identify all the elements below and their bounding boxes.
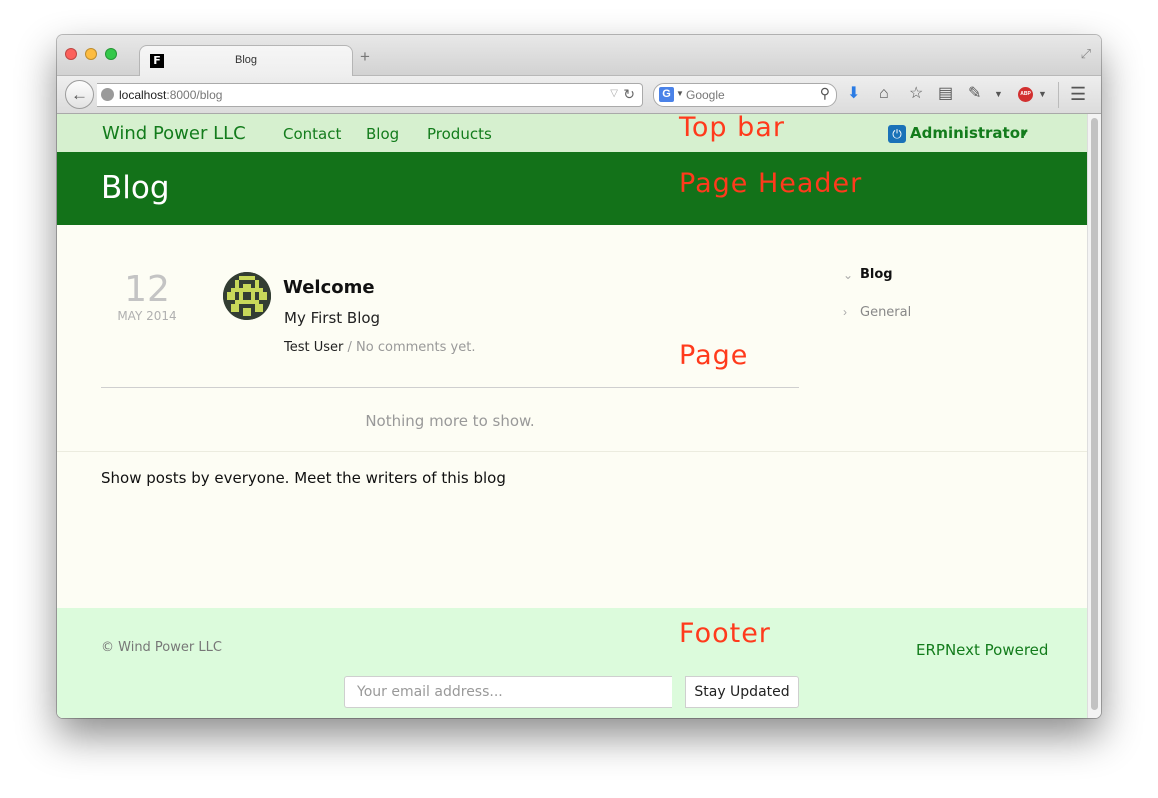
- meta-separator: /: [347, 340, 352, 355]
- annotation-top-bar: Top bar: [679, 114, 785, 143]
- tab-blog[interactable]: F Blog: [139, 45, 353, 77]
- nav-link-products[interactable]: Products: [427, 125, 492, 143]
- stay-updated-button[interactable]: Stay Updated: [685, 676, 799, 708]
- navigation-toolbar: ← localhost:8000/blog ▽ ↻ G ▼ Google ⚲ ⬇…: [57, 76, 1101, 114]
- new-tab-button[interactable]: +: [360, 48, 370, 65]
- scrollbar-thumb[interactable]: [1091, 118, 1098, 710]
- avatar[interactable]: [223, 272, 271, 320]
- page-header: Blog Page Header: [57, 152, 1087, 225]
- zoom-window-button[interactable]: [105, 48, 117, 60]
- post-month-year: MAY 2014: [117, 309, 177, 323]
- tab-title: Blog: [234, 54, 258, 66]
- power-icon: ⏻: [888, 125, 906, 143]
- globe-icon: [101, 88, 114, 101]
- star-icon[interactable]: ☆: [909, 85, 923, 103]
- clipboard-icon[interactable]: ▤: [938, 85, 953, 103]
- copyright: © Wind Power LLC: [101, 640, 222, 655]
- tab-bar: F Blog + ⤢: [57, 35, 1101, 77]
- url-text: localhost:8000/blog: [119, 88, 223, 102]
- chevron-down-icon[interactable]: ▼: [1038, 85, 1047, 103]
- chevron-down-icon[interactable]: ▼: [1020, 128, 1029, 138]
- dropdown-triangle-icon[interactable]: ▽: [610, 88, 618, 99]
- email-input[interactable]: [344, 676, 672, 708]
- url-bar[interactable]: localhost:8000/blog ▽ ↻: [97, 83, 643, 107]
- writers-note[interactable]: Show posts by everyone. Meet the writers…: [101, 469, 506, 487]
- post-day: 12: [124, 269, 170, 310]
- nothing-more-text: Nothing more to show.: [365, 412, 535, 430]
- post-divider: [101, 387, 799, 388]
- erpnext-powered-link[interactable]: ERPNext Powered: [916, 641, 1048, 659]
- toolbar-separator: [1058, 82, 1059, 108]
- download-arrow-icon[interactable]: ⬇: [847, 85, 860, 103]
- section-divider: [57, 451, 1087, 452]
- google-icon: G: [659, 87, 674, 102]
- scrollbar[interactable]: [1087, 114, 1101, 718]
- avatar-pattern: [223, 272, 271, 320]
- nav-link-contact[interactable]: Contact: [283, 125, 341, 143]
- post-blog-name[interactable]: My First Blog: [284, 309, 380, 327]
- search-placeholder: Google: [686, 88, 725, 102]
- eyedropper-icon[interactable]: ✎: [968, 85, 981, 103]
- sidebar-item-blog[interactable]: Blog: [860, 267, 893, 282]
- reload-icon[interactable]: ↻: [623, 86, 635, 103]
- sidebar-item-general[interactable]: General: [860, 305, 911, 320]
- fullscreen-icon[interactable]: ⤢: [1081, 46, 1091, 62]
- minimize-window-button[interactable]: [85, 48, 97, 60]
- magnifier-icon[interactable]: ⚲: [820, 85, 830, 102]
- user-menu[interactable]: Administrator: [910, 124, 1027, 142]
- post-title[interactable]: Welcome: [283, 277, 375, 298]
- home-icon[interactable]: ⌂: [879, 85, 889, 103]
- chevron-right-icon: ›: [843, 305, 847, 319]
- annotation-page-header: Page Header: [679, 168, 863, 199]
- chevron-down-icon[interactable]: ▼: [676, 89, 684, 98]
- annotation-footer: Footer: [679, 618, 771, 649]
- close-window-button[interactable]: [65, 48, 77, 60]
- nav-link-blog[interactable]: Blog: [366, 125, 399, 143]
- brand-link[interactable]: Wind Power LLC: [102, 123, 246, 144]
- browser-window: F Blog + ⤢ ← localhost:8000/blog ▽ ↻ G ▼…: [57, 35, 1101, 718]
- post-meta: Test User / No comments yet.: [284, 340, 475, 355]
- page-viewport: Wind Power LLC Contact Blog Products Top…: [57, 114, 1087, 718]
- chevron-down-icon[interactable]: ▼: [994, 85, 1003, 103]
- back-button[interactable]: ←: [65, 80, 94, 109]
- top-bar: Wind Power LLC Contact Blog Products Top…: [57, 114, 1087, 152]
- footer: © Wind Power LLC Footer ERPNext Powered …: [57, 608, 1087, 718]
- post-comments: No comments yet.: [356, 340, 476, 355]
- search-bar[interactable]: G ▼ Google ⚲: [653, 83, 837, 107]
- page-title: Blog: [101, 170, 170, 206]
- post-author[interactable]: Test User: [284, 340, 343, 355]
- annotation-page: Page: [679, 340, 749, 371]
- hamburger-menu-icon[interactable]: ☰: [1070, 84, 1086, 105]
- adblock-icon[interactable]: ABP: [1018, 87, 1033, 102]
- back-arrow-icon: ←: [71, 85, 88, 104]
- chevron-down-icon: ⌄: [843, 268, 854, 282]
